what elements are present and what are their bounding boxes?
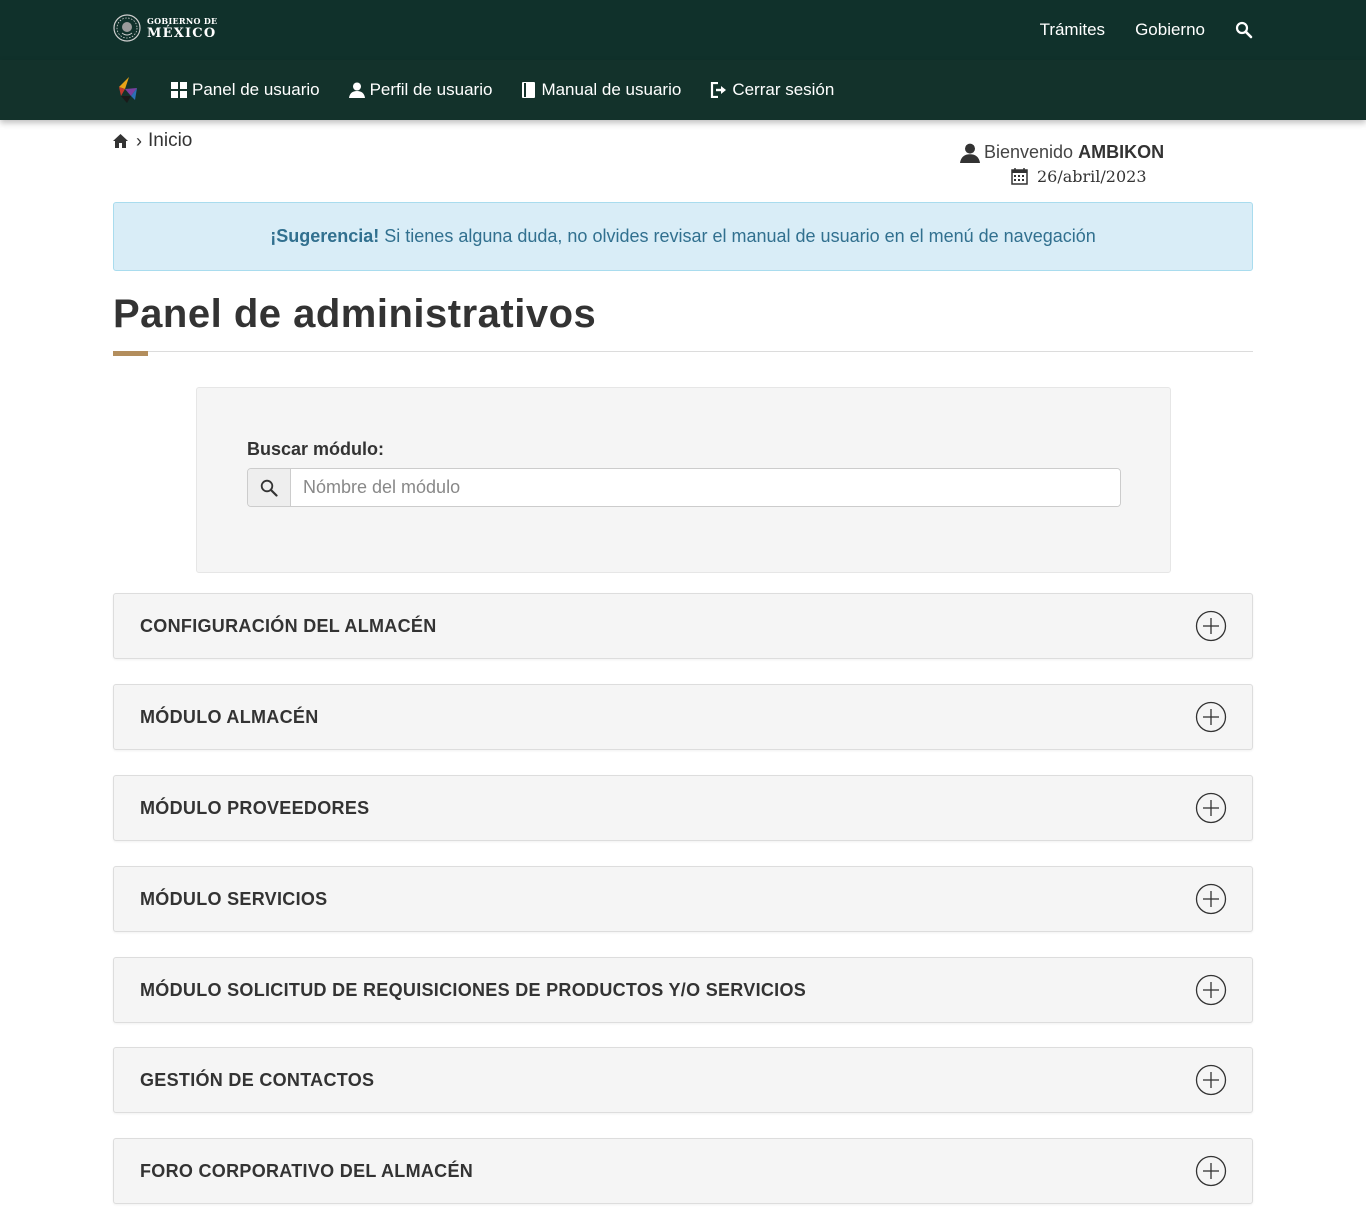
plus-circle-icon[interactable] [1195,610,1227,642]
nav-perfil-usuario-label: Perfil de usuario [369,80,493,99]
plus-circle-icon[interactable] [1195,792,1227,824]
title-accent-bar [113,351,148,356]
plus-circle-icon[interactable] [1195,883,1227,915]
gov-logo-line2: MÉXICO [147,25,217,41]
plus-circle-icon[interactable] [1195,1064,1227,1096]
grid-icon [171,82,187,98]
module-panel[interactable]: MÓDULO ALMACÉN [113,684,1253,750]
module-panel[interactable]: MÓDULO PROVEEDORES [113,775,1253,841]
module-title: MÓDULO PROVEEDORES [140,797,370,818]
alert-strong: ¡Sugerencia! [270,226,380,246]
nav-panel-usuario[interactable]: Panel de usuario [171,80,320,100]
search-icon [260,479,278,497]
breadcrumb-separator: › [136,130,142,151]
search-label: Buscar módulo: [247,439,385,459]
user-icon [348,82,365,98]
welcome-block: Bienvenido AMBIKON 26/abril/2023 [960,142,1200,186]
gov-header: GOBIERNO DE MÉXICO Trámites Gobierno [0,0,1366,60]
gov-logo[interactable]: GOBIERNO DE MÉXICO [113,14,217,42]
alert-text: Si tienes alguna duda, no olvides revisa… [384,226,1096,246]
search-input-group [247,468,1121,507]
module-title: MÓDULO SERVICIOS [140,888,328,909]
search-input[interactable] [291,469,1120,506]
breadcrumb: › Inicio [113,130,192,152]
user-icon [960,143,980,163]
module-title: GESTIÓN DE CONTACTOS [140,1069,375,1090]
book-icon [522,82,536,98]
nav-perfil-usuario[interactable]: Perfil de usuario [348,80,493,100]
module-panel[interactable]: CONFIGURACIÓN DEL ALMACÉN [113,593,1253,659]
nav-panel-usuario-label: Panel de usuario [192,80,320,99]
breadcrumb-current[interactable]: Inicio [148,130,192,152]
title-divider [113,351,1253,352]
main-navbar: Panel de usuario Perfil de usuario Manua… [0,60,1366,120]
plus-circle-icon[interactable] [1195,1155,1227,1187]
home-icon[interactable] [113,134,128,148]
module-title: MÓDULO ALMACÉN [140,706,319,727]
seal-icon [113,14,141,42]
page-title: Panel de administrativos [113,292,597,336]
logout-icon [711,82,727,98]
nav-cerrar-sesion-label: Cerrar sesión [732,80,835,99]
search-addon [248,469,291,506]
current-date: 26/abril/2023 [1037,167,1147,186]
app-logo-icon[interactable] [115,76,141,104]
nav-manual-usuario[interactable]: Manual de usuario [521,80,681,100]
search-icon[interactable] [1235,21,1253,39]
tramites-link[interactable]: Trámites [1040,20,1106,40]
module-panel[interactable]: GESTIÓN DE CONTACTOS [113,1047,1253,1113]
module-search-panel: Buscar módulo: [196,387,1171,573]
suggestion-alert: ¡Sugerencia! Si tienes alguna duda, no o… [113,202,1253,271]
module-title: MÓDULO SOLICITUD DE REQUISICIONES DE PRO… [140,979,807,1000]
welcome-username: AMBIKON [1078,142,1165,162]
gov-logo-line1: GOBIERNO DE [147,15,218,26]
module-panel[interactable]: MÓDULO SOLICITUD DE REQUISICIONES DE PRO… [113,957,1253,1023]
plus-circle-icon[interactable] [1195,974,1227,1006]
module-title: CONFIGURACIÓN DEL ALMACÉN [140,615,437,636]
module-panel[interactable]: FORO CORPORATIVO DEL ALMACÉN [113,1138,1253,1204]
gobierno-link[interactable]: Gobierno [1135,20,1205,40]
calendar-icon [1011,168,1028,185]
module-panel[interactable]: MÓDULO SERVICIOS [113,866,1253,932]
plus-circle-icon[interactable] [1195,701,1227,733]
nav-manual-usuario-label: Manual de usuario [541,80,682,99]
module-title: FORO CORPORATIVO DEL ALMACÉN [140,1160,474,1181]
nav-cerrar-sesion[interactable]: Cerrar sesión [710,80,834,100]
welcome-greeting: Bienvenido [984,142,1074,162]
